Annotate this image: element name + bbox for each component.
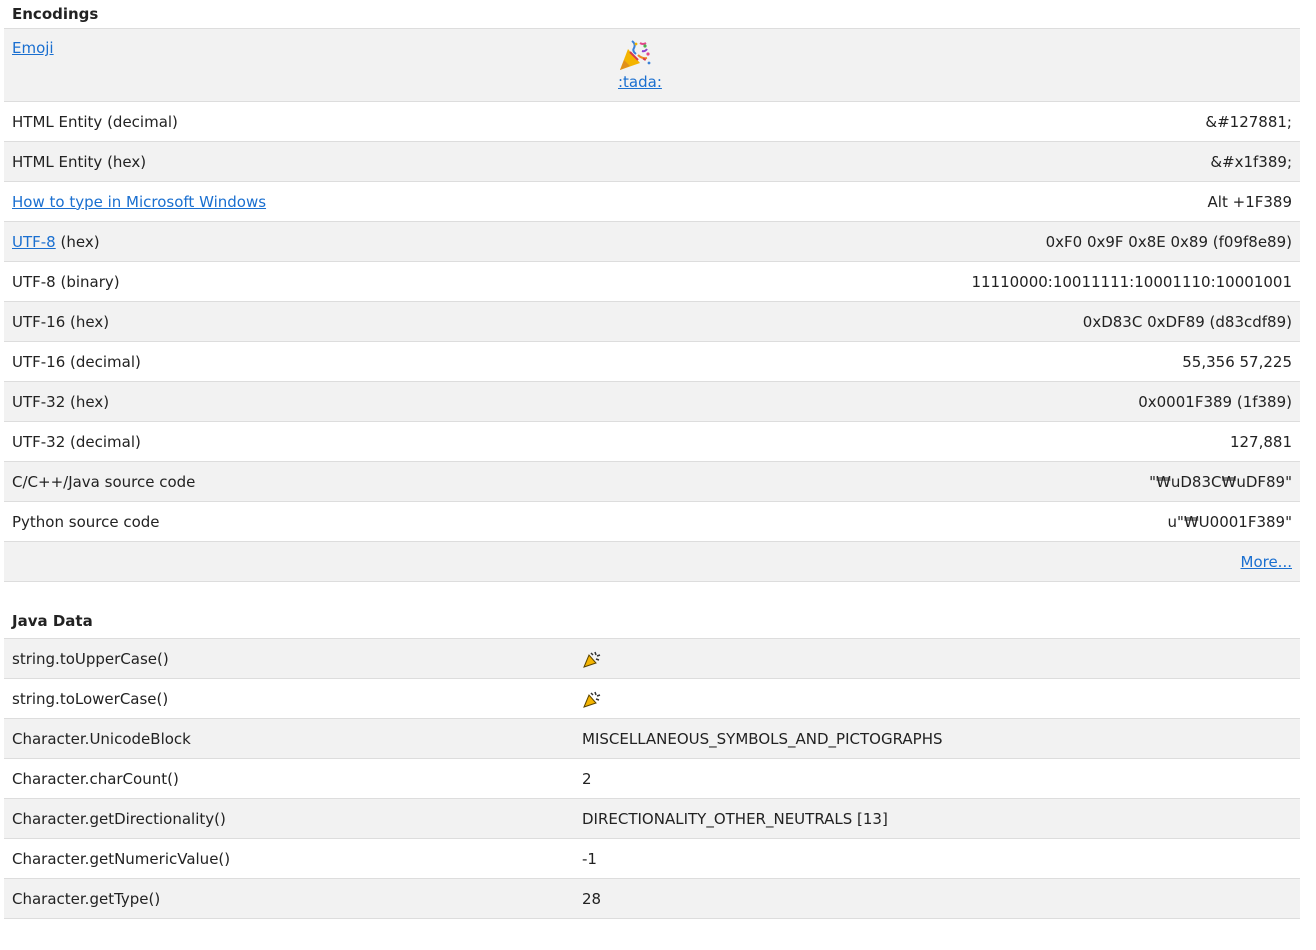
encodings-title: Encodings (12, 5, 99, 23)
row-label: string.toLowerCase() (4, 678, 574, 719)
row-value: 55,356 57,225 (610, 341, 1300, 382)
table-row: UTF-8 (hex) 0xF0 0x9F 0x8E 0x89 (f09f8e8… (4, 221, 1300, 262)
row-value: 0xD83C 0xDF89 (d83cdf89) (610, 301, 1300, 342)
table-row: More... (4, 541, 1300, 582)
row-value: Alt +1F389 (610, 181, 1300, 222)
more-link[interactable]: More... (1241, 553, 1293, 571)
row-label-suffix: (hex) (55, 232, 100, 251)
table-row: C/C++/Java source code "₩uD83C₩uDF89" (4, 461, 1300, 502)
row-value: &#127881; (610, 101, 1300, 142)
table-row: Character.getNumericValue() -1 (4, 838, 1300, 879)
row-label: C/C++/Java source code (4, 461, 610, 502)
java-data-title: Java Data (12, 612, 93, 630)
row-label: UTF-8 (binary) (4, 261, 610, 302)
row-value: MISCELLANEOUS_SYMBOLS_AND_PICTOGRAPHS (574, 718, 1300, 759)
row-label: HTML Entity (hex) (4, 141, 610, 182)
row-value (574, 638, 1300, 679)
row-label: string.toUpperCase() (4, 638, 574, 679)
table-row: UTF-16 (hex) 0xD83C 0xDF89 (d83cdf89) (4, 301, 1300, 342)
table-row: UTF-16 (decimal) 55,356 57,225 (4, 341, 1300, 382)
row-value: -1 (574, 838, 1300, 879)
row-label-cell: UTF-8 (hex) (4, 221, 610, 262)
emoji-link[interactable]: Emoji (12, 39, 54, 57)
row-label: UTF-32 (decimal) (4, 421, 610, 462)
table-row: Character.getType() 28 (4, 878, 1300, 919)
row-value: &#x1f389; (610, 141, 1300, 182)
windows-typing-link[interactable]: How to type in Microsoft Windows (12, 193, 266, 211)
table-row: UTF-8 (binary) 11110000:10011111:1000111… (4, 261, 1300, 302)
row-label: HTML Entity (decimal) (4, 101, 610, 142)
table-row: Python source code u"₩U0001F389" (4, 501, 1300, 542)
row-label: Character.charCount() (4, 758, 574, 799)
table-row: string.toUpperCase() (4, 638, 1300, 679)
party-popper-icon (620, 40, 651, 70)
row-value: 0xF0 0x9F 0x8E 0x89 (f09f8e89) (610, 221, 1300, 262)
table-row: HTML Entity (hex) &#x1f389; (4, 141, 1300, 182)
table-row: Character.getDirectionality() DIRECTIONA… (4, 798, 1300, 839)
row-label: Character.UnicodeBlock (4, 718, 574, 759)
row-label: UTF-32 (hex) (4, 381, 610, 422)
row-label-cell: How to type in Microsoft Windows (4, 181, 610, 222)
emoji-value-cell: :tada: (610, 28, 1300, 102)
more-row-empty (4, 541, 610, 582)
row-label: Character.getType() (4, 878, 574, 919)
row-value: 127,881 (610, 421, 1300, 462)
row-label: UTF-16 (hex) (4, 301, 610, 342)
encodings-table: Emoji :tada: HTML Entity (decimal) &#127… (4, 28, 1300, 582)
row-label: Character.getNumericValue() (4, 838, 574, 879)
more-cell: More... (610, 541, 1300, 582)
party-popper-icon (583, 651, 601, 668)
row-value (574, 678, 1300, 719)
row-label: Python source code (4, 501, 610, 542)
utf8-link[interactable]: UTF-8 (12, 233, 56, 251)
table-row: How to type in Microsoft Windows Alt +1F… (4, 181, 1300, 222)
table-row: UTF-32 (decimal) 127,881 (4, 421, 1300, 462)
row-value: "₩uD83C₩uDF89" (610, 461, 1300, 502)
emoji-label-cell: Emoji (4, 28, 610, 102)
java-data-table: string.toUpperCase() string.toLowerCase(… (4, 638, 1300, 919)
row-value: 11110000:10011111:10001110:10001001 (610, 261, 1300, 302)
table-row: string.toLowerCase() (4, 678, 1300, 719)
table-row: Character.charCount() 2 (4, 758, 1300, 799)
table-row: UTF-32 (hex) 0x0001F389 (1f389) (4, 381, 1300, 422)
table-row: Character.UnicodeBlock MISCELLANEOUS_SYM… (4, 718, 1300, 759)
party-popper-icon (583, 691, 601, 708)
row-value: u"₩U0001F389" (610, 501, 1300, 542)
row-value: 28 (574, 878, 1300, 919)
table-row: Emoji :tada: (4, 28, 1300, 102)
table-row: HTML Entity (decimal) &#127881; (4, 101, 1300, 142)
shortcode-link[interactable]: :tada: (618, 73, 662, 91)
row-label: UTF-16 (decimal) (4, 341, 610, 382)
row-value: 0x0001F389 (1f389) (610, 381, 1300, 422)
page: Encodings Emoji:tada: HTML Entity (deci… (0, 0, 1316, 950)
row-label: Character.getDirectionality() (4, 798, 574, 839)
row-value: DIRECTIONALITY_OTHER_NEUTRALS [13] (574, 798, 1300, 839)
row-value: 2 (574, 758, 1300, 799)
